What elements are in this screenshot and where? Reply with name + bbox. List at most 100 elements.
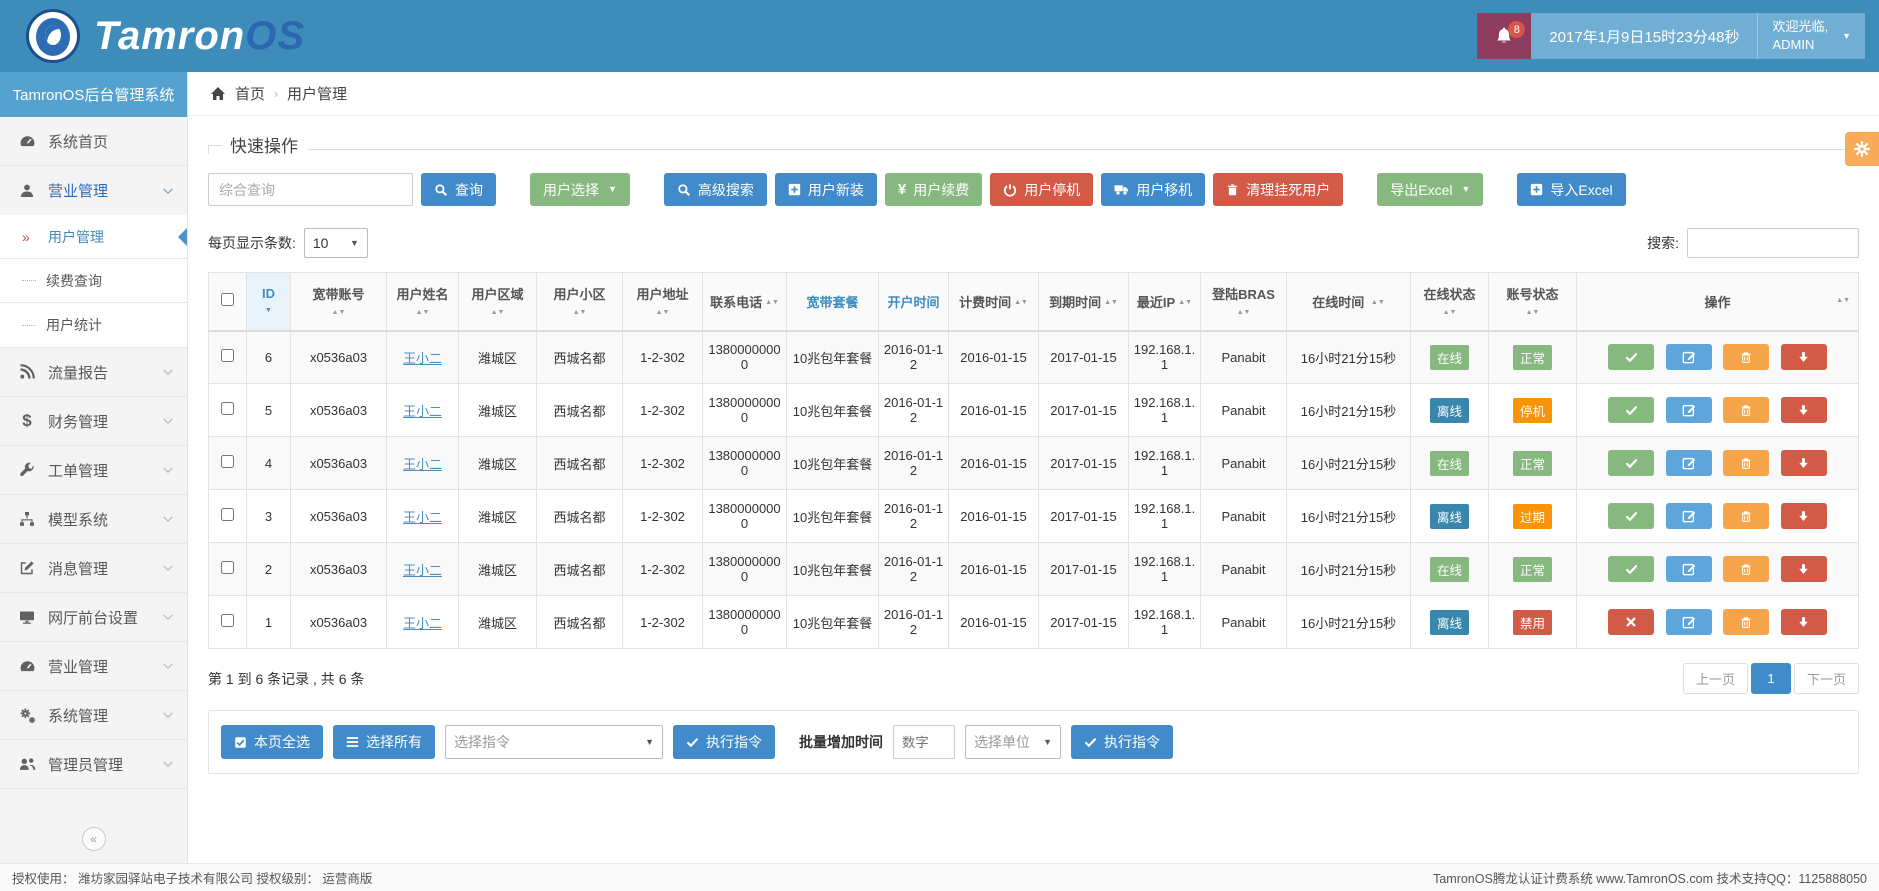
column-header-online-time[interactable]: 在线时间 ▲▼ — [1287, 273, 1411, 331]
user-new-install-button[interactable]: 用户新装 — [775, 173, 877, 206]
column-header-bras[interactable]: 登陆BRAS▲▼ — [1201, 273, 1287, 331]
sidebar-item-business-mgmt-2[interactable]: 营业管理 — [0, 642, 187, 691]
column-header-actions[interactable]: 操作▲▼ — [1577, 273, 1859, 331]
brand-logo[interactable]: TamronOS — [0, 9, 305, 63]
toggle-user-button[interactable] — [1608, 503, 1654, 529]
sidebar-item-system-mgmt[interactable]: 系统管理 — [0, 691, 187, 740]
toggle-user-button[interactable] — [1608, 609, 1654, 635]
row-checkbox[interactable] — [221, 455, 234, 468]
user-select-dropdown-button[interactable]: 用户选择 ▼ — [530, 173, 630, 206]
select-all-header[interactable] — [209, 273, 247, 331]
toggle-user-button[interactable] — [1608, 556, 1654, 582]
user-name-link[interactable]: 王小二 — [403, 616, 442, 631]
batch-operations-panel: 本页全选 选择所有 选择指令 ▼ 执行指令 批量增加时间 — [208, 710, 1859, 774]
download-user-button[interactable] — [1781, 609, 1827, 635]
clean-dead-users-button[interactable]: 清理挂死用户 — [1213, 173, 1343, 206]
column-header-open-date[interactable]: 开户时间 — [879, 273, 949, 331]
sidebar-item-workorder-mgmt[interactable]: 工单管理 — [0, 446, 187, 495]
delete-user-button[interactable] — [1723, 397, 1769, 423]
prev-page-button[interactable]: 上一页 — [1683, 663, 1748, 694]
sidebar-item-portal-settings[interactable]: 网厅前台设置 — [0, 593, 187, 642]
toggle-user-button[interactable] — [1608, 397, 1654, 423]
download-user-button[interactable] — [1781, 450, 1827, 476]
sidebar-subitem-user-management[interactable]: » 用户管理 — [0, 215, 187, 259]
sidebar-item-admin-mgmt[interactable]: 管理员管理 — [0, 740, 187, 789]
sidebar-item-system-home[interactable]: 系统首页 — [0, 117, 187, 166]
delete-user-button[interactable] — [1723, 450, 1769, 476]
download-user-button[interactable] — [1781, 556, 1827, 582]
user-name-link[interactable]: 王小二 — [403, 351, 442, 366]
page-size-select[interactable]: 10 ▼ — [304, 228, 368, 258]
delete-user-button[interactable] — [1723, 556, 1769, 582]
query-button[interactable]: 查询 — [421, 173, 496, 206]
sidebar-collapse-button[interactable]: « — [82, 827, 106, 851]
sidebar-item-message-mgmt[interactable]: 消息管理 — [0, 544, 187, 593]
row-checkbox[interactable] — [221, 402, 234, 415]
column-header-account-status[interactable]: 账号状态▲▼ — [1489, 273, 1577, 331]
select-all-checkbox[interactable] — [221, 293, 234, 306]
sidebar-item-finance-mgmt[interactable]: $ 财务管理 — [0, 397, 187, 446]
import-excel-button[interactable]: 导入Excel — [1517, 173, 1625, 206]
edit-icon — [1682, 350, 1696, 364]
command-select[interactable]: 选择指令 ▼ — [445, 725, 663, 759]
download-user-button[interactable] — [1781, 503, 1827, 529]
column-header-phone[interactable]: 联系电话▲▼ — [703, 273, 787, 331]
download-user-button[interactable] — [1781, 344, 1827, 370]
row-checkbox[interactable] — [221, 614, 234, 627]
download-user-button[interactable] — [1781, 397, 1827, 423]
edit-user-button[interactable] — [1666, 397, 1712, 423]
column-header-bill-date[interactable]: 计费时间▲▼ — [949, 273, 1039, 331]
sidebar-item-model-system[interactable]: 模型系统 — [0, 495, 187, 544]
column-header-account[interactable]: 宽带账号▲▼ — [291, 273, 387, 331]
toggle-user-button[interactable] — [1608, 344, 1654, 370]
row-checkbox[interactable] — [221, 508, 234, 521]
batch-number-input[interactable] — [893, 725, 955, 759]
user-relocate-button[interactable]: 用户移机 — [1101, 173, 1205, 206]
column-header-online-status[interactable]: 在线状态▲▼ — [1411, 273, 1489, 331]
row-checkbox[interactable] — [221, 349, 234, 362]
user-name-link[interactable]: 王小二 — [403, 404, 442, 419]
breadcrumb-home[interactable]: 首页 — [235, 83, 265, 104]
user-name-link[interactable]: 王小二 — [403, 563, 442, 578]
column-header-address[interactable]: 用户地址▲▼ — [623, 273, 703, 331]
select-all-button[interactable]: 选择所有 — [333, 725, 435, 759]
sidebar-subitem-user-stats[interactable]: 用户统计 — [0, 303, 187, 347]
sidebar-item-traffic-report[interactable]: 流量报告 — [0, 348, 187, 397]
sidebar-item-business-mgmt[interactable]: 营业管理 — [0, 166, 187, 215]
column-header-expire-date[interactable]: 到期时间▲▼ — [1039, 273, 1129, 331]
page-number-button[interactable]: 1 — [1751, 663, 1791, 694]
delete-user-button[interactable] — [1723, 344, 1769, 370]
next-page-button[interactable]: 下一页 — [1794, 663, 1859, 694]
advanced-search-button[interactable]: 高级搜索 — [664, 173, 767, 206]
notifications-button[interactable]: 8 — [1477, 13, 1531, 59]
column-header-ip[interactable]: 最近IP▲▼ — [1129, 273, 1201, 331]
execute-command-button[interactable]: 执行指令 — [673, 725, 775, 759]
column-header-community[interactable]: 用户小区▲▼ — [537, 273, 623, 331]
edit-user-button[interactable] — [1666, 503, 1712, 529]
delete-user-button[interactable] — [1723, 503, 1769, 529]
column-header-region[interactable]: 用户区域▲▼ — [459, 273, 537, 331]
toggle-user-button[interactable] — [1608, 450, 1654, 476]
table-search-input[interactable] — [1687, 228, 1859, 258]
edit-user-button[interactable] — [1666, 450, 1712, 476]
execute-time-button[interactable]: 执行指令 — [1071, 725, 1173, 759]
select-page-button[interactable]: 本页全选 — [221, 725, 323, 759]
edit-user-button[interactable] — [1666, 344, 1712, 370]
settings-fab-button[interactable] — [1845, 132, 1879, 166]
delete-user-button[interactable] — [1723, 609, 1769, 635]
user-menu[interactable]: 欢迎光临, ADMIN ▼ — [1757, 13, 1865, 59]
user-renew-button[interactable]: ¥ 用户续费 — [885, 173, 982, 206]
column-header-id[interactable]: ID▼ — [247, 273, 291, 331]
unit-select[interactable]: 选择单位 ▼ — [965, 725, 1061, 759]
edit-user-button[interactable] — [1666, 556, 1712, 582]
column-header-plan[interactable]: 宽带套餐 — [787, 273, 879, 331]
combined-search-input[interactable] — [208, 173, 413, 206]
export-excel-dropdown-button[interactable]: 导出Excel ▼ — [1377, 173, 1483, 206]
sidebar-subitem-renewal-query[interactable]: 续费查询 — [0, 259, 187, 303]
user-name-link[interactable]: 王小二 — [403, 457, 442, 472]
user-name-link[interactable]: 王小二 — [403, 510, 442, 525]
user-suspend-button[interactable]: 用户停机 — [990, 173, 1093, 206]
column-header-name[interactable]: 用户姓名▲▼ — [387, 273, 459, 331]
row-checkbox[interactable] — [221, 561, 234, 574]
edit-user-button[interactable] — [1666, 609, 1712, 635]
